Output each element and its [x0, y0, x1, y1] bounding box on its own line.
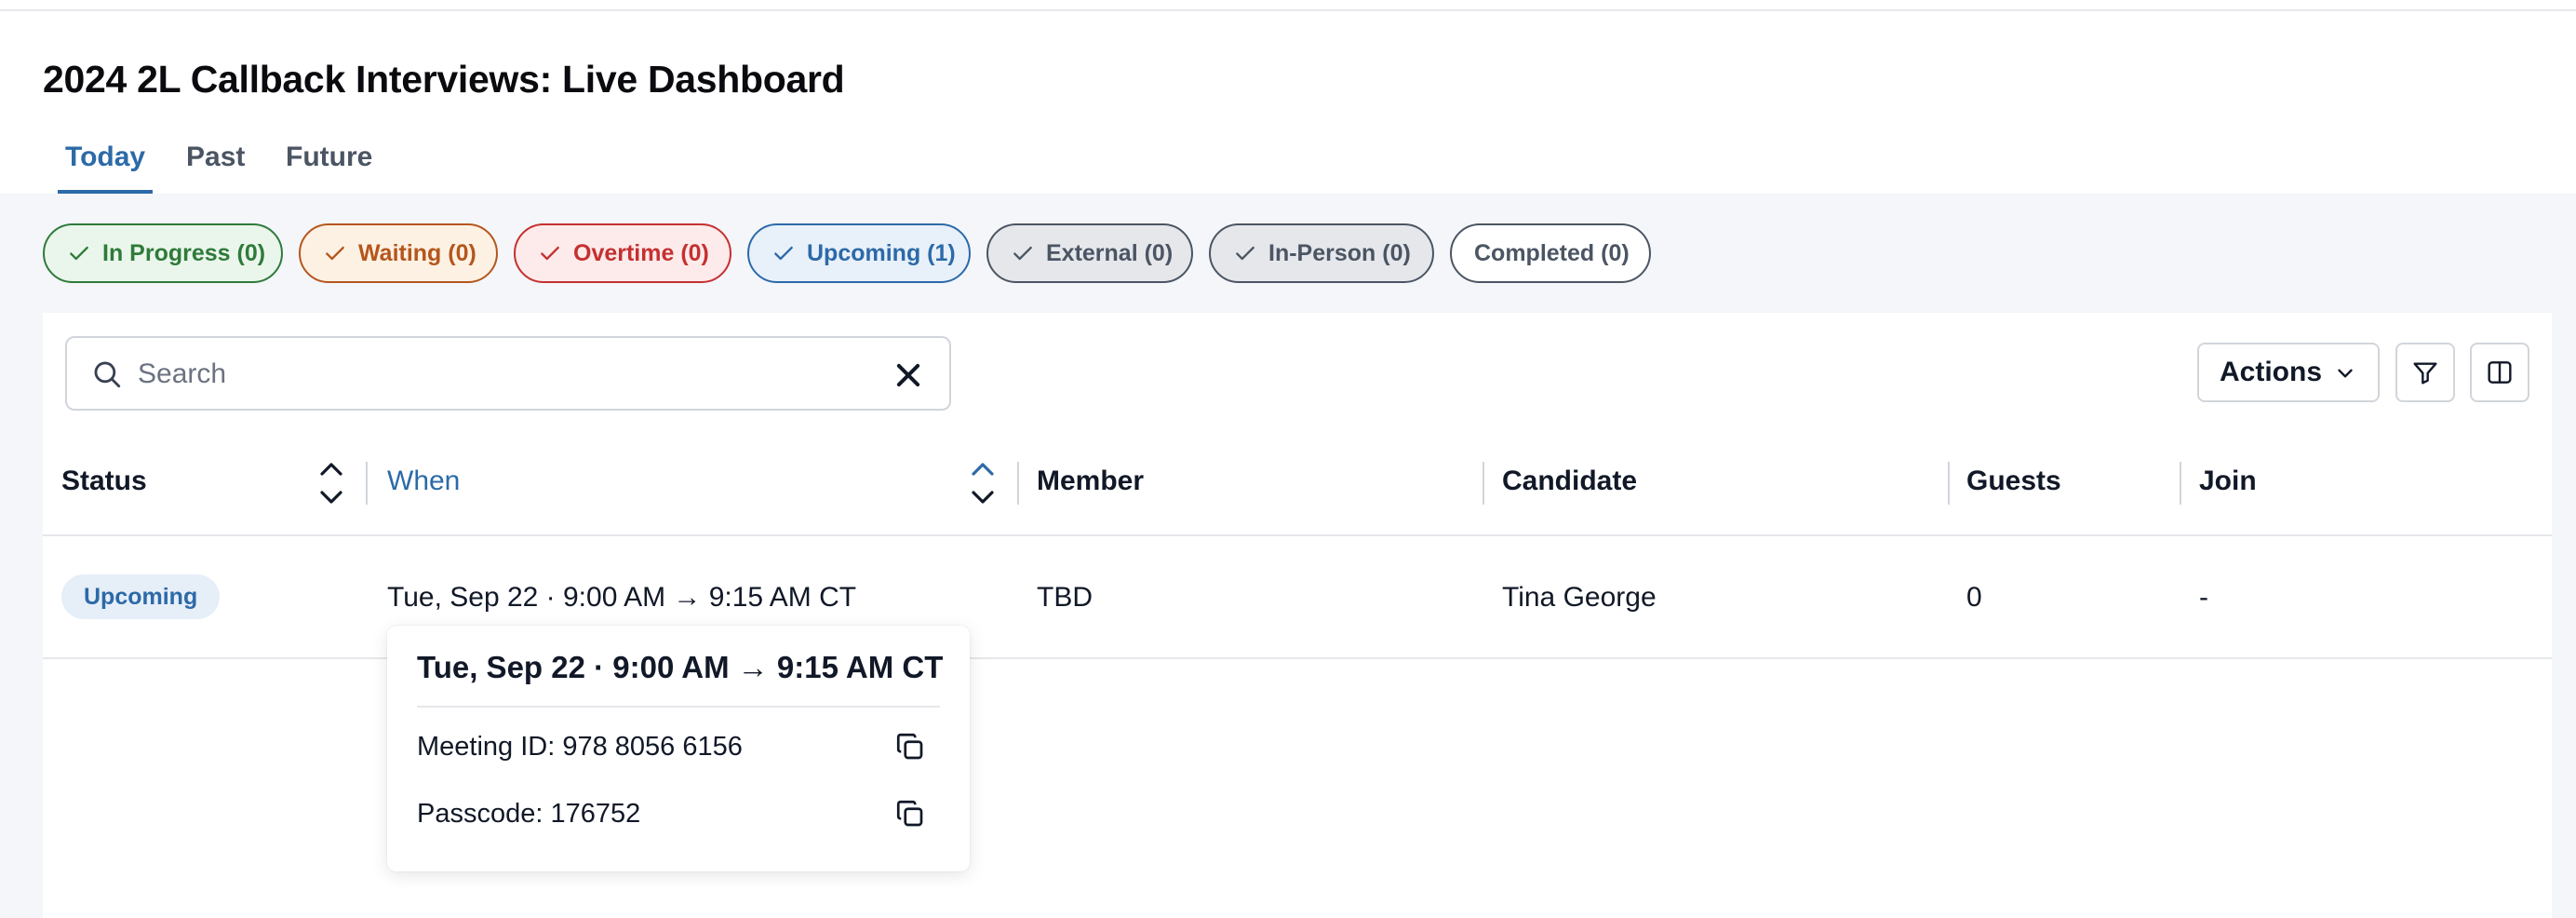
status-badge: Upcoming	[61, 574, 221, 619]
column-header-join[interactable]: Join	[2199, 466, 2257, 497]
copy-passcode-button[interactable]	[893, 797, 931, 834]
filter-label: In Progress (0)	[102, 239, 266, 266]
check-icon	[326, 246, 344, 261]
check-icon	[774, 246, 793, 261]
chevron-down-icon	[2338, 369, 2353, 378]
page-header	[0, 11, 2576, 194]
copy-meeting-id-button[interactable]	[893, 730, 931, 767]
filter-upcoming[interactable]: Upcoming (1)	[747, 223, 971, 283]
cell-candidate: Tina George	[1502, 582, 1657, 613]
filter-label: Waiting (0)	[358, 239, 476, 266]
search-icon	[94, 361, 121, 388]
filter-overtime[interactable]: Overtime (0)	[514, 223, 731, 283]
filter-label: Completed (0)	[1474, 239, 1630, 266]
clear-search-button[interactable]	[888, 355, 929, 396]
check-icon	[541, 246, 559, 261]
page-title: 2024 2L Callback Interviews: Live Dashbo…	[43, 58, 845, 101]
filter-in-person[interactable]: In-Person (0)	[1209, 223, 1434, 283]
column-divider	[1017, 462, 1019, 505]
column-divider	[2180, 462, 2181, 505]
filter-button[interactable]	[2395, 343, 2455, 402]
popover-title: Tue, Sep 22 · 9:00 AM → 9:15 AM CT	[417, 650, 944, 684]
cell-when[interactable]: Tue, Sep 22 · 9:00 AM → 9:15 AM CT	[387, 582, 856, 614]
tab-today[interactable]: Today	[58, 138, 154, 194]
columns-button[interactable]	[2470, 343, 2529, 402]
column-divider	[1483, 462, 1484, 505]
sort-ascending-icon[interactable]	[970, 456, 996, 510]
filter-external[interactable]: External (0)	[986, 223, 1193, 283]
cell-join: -	[2199, 582, 2208, 613]
passcode-text: Passcode: 176752	[417, 799, 641, 829]
sort-icon[interactable]	[318, 456, 344, 510]
filter-label: Overtime (0)	[573, 239, 709, 266]
tab-future[interactable]: Future	[278, 138, 380, 194]
tab-past[interactable]: Past	[179, 138, 252, 194]
meeting-id-text: Meeting ID: 978 8056 6156	[417, 732, 743, 762]
check-icon	[1013, 246, 1032, 261]
column-header-member[interactable]: Member	[1037, 466, 1144, 497]
filter-icon	[2413, 362, 2437, 385]
column-header-when[interactable]: When	[387, 466, 460, 497]
cell-member: TBD	[1037, 582, 1093, 613]
actions-button[interactable]: Actions	[2197, 343, 2380, 402]
meeting-details-popover: Tue, Sep 22 · 9:00 AM → 9:15 AM CT Meeti…	[387, 626, 970, 871]
filter-label: Upcoming (1)	[807, 239, 956, 266]
search-input[interactable]	[136, 351, 852, 398]
filter-in-progress[interactable]: In Progress (0)	[43, 223, 283, 283]
close-icon	[896, 363, 920, 387]
column-header-candidate[interactable]: Candidate	[1502, 466, 1637, 497]
column-header-guests[interactable]: Guests	[1966, 466, 2061, 497]
columns-icon	[2488, 361, 2512, 384]
column-header-status[interactable]: Status	[61, 466, 147, 497]
search-box[interactable]	[65, 336, 951, 411]
filter-label: In-Person (0)	[1268, 239, 1411, 266]
filter-waiting[interactable]: Waiting (0)	[299, 223, 498, 283]
actions-label: Actions	[2220, 357, 2323, 387]
check-icon	[1236, 246, 1254, 261]
filter-completed[interactable]: Completed (0)	[1450, 223, 1651, 283]
cell-guests: 0	[1966, 582, 1982, 613]
filter-label: External (0)	[1046, 239, 1174, 266]
copy-icon	[896, 800, 923, 827]
popover-divider	[417, 706, 940, 708]
table-header-divider	[43, 534, 2552, 536]
column-divider	[366, 462, 368, 505]
check-icon	[70, 246, 88, 261]
copy-icon	[896, 733, 923, 760]
column-divider	[1948, 462, 1950, 505]
